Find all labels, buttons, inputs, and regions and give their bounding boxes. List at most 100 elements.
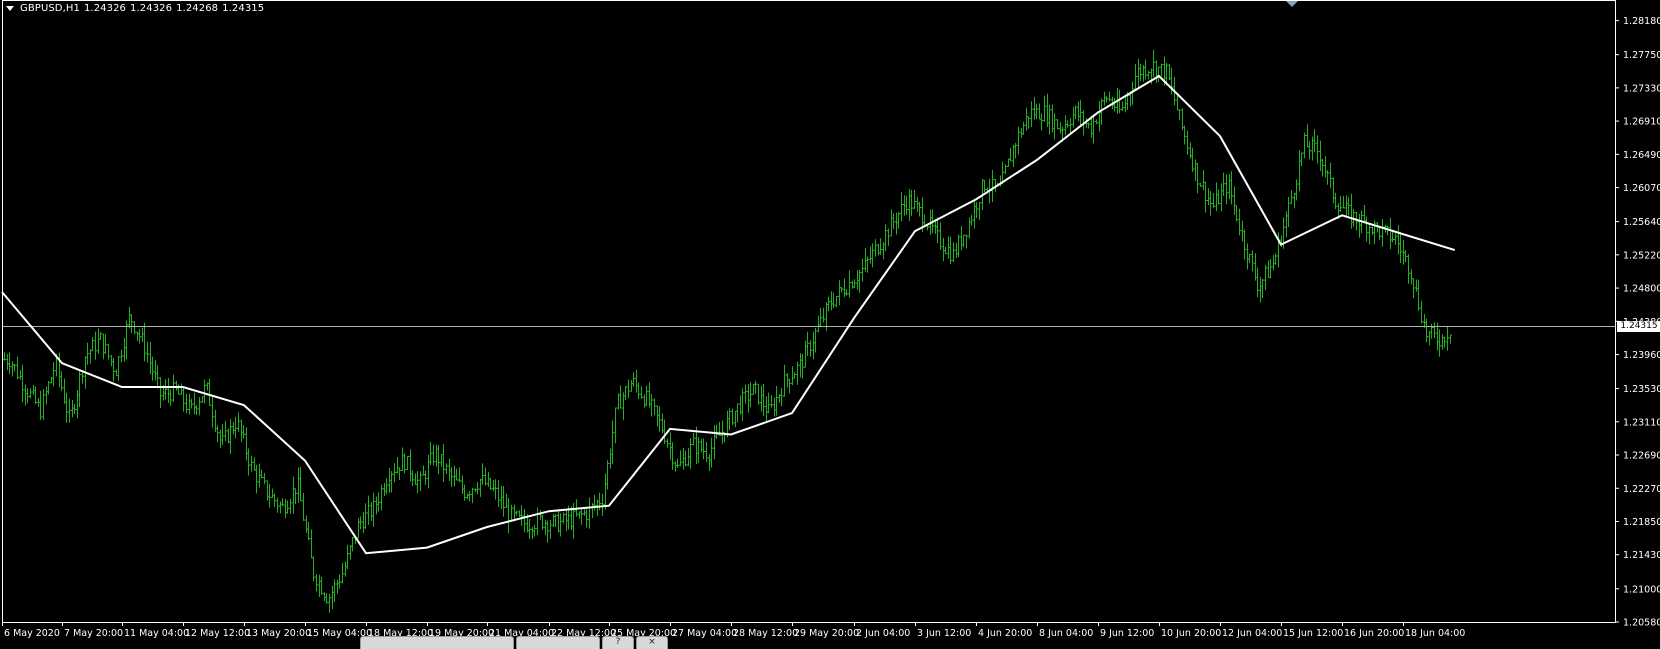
ohlc-bar <box>1298 150 1301 192</box>
ohlc-bar <box>1319 140 1322 172</box>
ohlc-bar <box>364 503 367 529</box>
ohlc-bar <box>346 544 349 570</box>
y-tick-label: 1.20580 <box>1623 618 1660 629</box>
ohlc-bar <box>331 585 334 610</box>
ohlc-bar <box>195 405 198 416</box>
y-tick-label: 1.26490 <box>1623 150 1660 161</box>
ohlc-bar <box>1108 91 1111 102</box>
ohlc-bar <box>1381 219 1384 247</box>
ohlc-bar <box>1272 255 1275 271</box>
ohlc-bar <box>250 455 253 472</box>
ohlc-low: 1.24268 <box>176 2 219 14</box>
ohlc-bar <box>1043 95 1046 122</box>
ohlc-bar <box>684 450 687 467</box>
ohlc-bar <box>645 385 648 407</box>
ohlc-bar <box>494 479 497 500</box>
ohlc-bar <box>372 492 375 527</box>
ohlc-bar <box>437 445 440 475</box>
ohlc-bar <box>900 192 903 222</box>
ohlc-bar <box>104 334 107 355</box>
ohlc-bar <box>315 573 318 592</box>
ohlc-bar <box>949 236 952 265</box>
ohlc-bar <box>1105 96 1108 103</box>
ohlc-bar <box>1212 192 1215 209</box>
ohlc-bar <box>710 437 713 468</box>
ohlc-bar <box>461 475 464 494</box>
help-icon[interactable]: ? <box>602 636 634 649</box>
ohlc-bar <box>497 480 500 508</box>
ohlc-bar <box>91 337 94 352</box>
ohlc-bar <box>8 352 11 375</box>
ohlc-bar <box>1407 253 1410 284</box>
chart-tab-1[interactable] <box>360 636 514 649</box>
y-tick-label: 1.26910 <box>1623 117 1660 128</box>
y-tick-label: 1.22690 <box>1623 451 1660 462</box>
ohlc-bar <box>24 384 27 406</box>
ohlc-bar <box>650 393 653 417</box>
chart-shift-icon[interactable] <box>1286 1 1298 7</box>
ohlc-bar <box>554 514 557 528</box>
ohlc-bar <box>762 384 765 417</box>
ohlc-bar <box>1308 141 1311 160</box>
x-tick-label: 13 May 20:00 <box>246 628 311 639</box>
ohlc-bar <box>585 509 588 528</box>
ohlc-bar <box>812 331 815 360</box>
ohlc-bar <box>830 291 833 311</box>
ohlc-bar <box>323 591 326 602</box>
ohlc-bar <box>752 383 755 395</box>
ohlc-bar <box>232 422 235 435</box>
ohlc-bar <box>1098 100 1101 132</box>
ohlc-bar <box>185 393 188 414</box>
ohlc-bar <box>640 386 643 399</box>
ohlc-bar <box>1295 179 1298 201</box>
ohlc-bar <box>539 509 542 520</box>
ohlc-bar <box>1215 182 1218 212</box>
ohlc-bar <box>955 242 958 258</box>
chart-area[interactable]: 1.28180 1.27750 1.27330 1.26910 1.26490 1.260… <box>0 0 1660 645</box>
ohlc-bar <box>565 509 568 532</box>
ohlc-bar <box>260 469 263 479</box>
ohlc-bar <box>463 484 466 501</box>
ohlc-bar <box>827 296 830 312</box>
ohlc-bar <box>63 378 66 404</box>
ohlc-bar <box>689 438 692 469</box>
ohlc-bar <box>1012 144 1015 168</box>
ohlc-bar <box>877 243 880 256</box>
ohlc-bar <box>715 424 718 440</box>
ohlc-bar <box>611 420 614 464</box>
ohlc-bar <box>292 476 295 514</box>
ohlc-bar <box>991 170 994 203</box>
x-tick-label: 10 Jun 20:00 <box>1161 628 1221 639</box>
ohlc-bar <box>523 509 526 533</box>
ohlc-bar <box>11 361 14 377</box>
ohlc-bar <box>120 349 123 363</box>
ohlc-bar <box>804 340 807 368</box>
ohlc-bar <box>983 179 986 192</box>
chart-tab-2[interactable] <box>516 636 600 649</box>
close-icon[interactable]: × <box>636 636 668 649</box>
ohlc-bar <box>1183 125 1186 145</box>
chevron-down-icon[interactable] <box>6 5 14 11</box>
x-tick-label: 9 Jun 12:00 <box>1100 628 1154 639</box>
y-tick-label: 1.27330 <box>1623 83 1660 94</box>
ohlc-bar <box>1415 279 1418 292</box>
price-chart[interactable]: 1.28180 1.27750 1.27330 1.26910 1.26490 1.260… <box>0 0 1660 645</box>
ohlc-bar <box>224 420 227 442</box>
ohlc-bar <box>1261 279 1264 299</box>
ohlc-bar <box>838 280 841 306</box>
ohlc-bar <box>182 387 185 412</box>
ohlc-bar <box>944 246 947 255</box>
ohlc-open: 1.24326 <box>83 2 127 14</box>
ohlc-bar <box>505 493 508 508</box>
ohlc-bar <box>962 234 965 248</box>
ohlc-bar <box>1358 213 1361 238</box>
ohlc-bar <box>357 518 360 539</box>
ohlc-bar <box>1147 70 1150 80</box>
ohlc-bar <box>115 369 118 377</box>
ohlc-bar <box>1160 63 1163 77</box>
y-tick-label: 1.24800 <box>1623 284 1660 295</box>
ohlc-bar <box>1040 113 1043 131</box>
ohlc-bar <box>546 520 549 543</box>
ohlc-bar <box>975 202 978 219</box>
ohlc-bar <box>861 258 864 282</box>
